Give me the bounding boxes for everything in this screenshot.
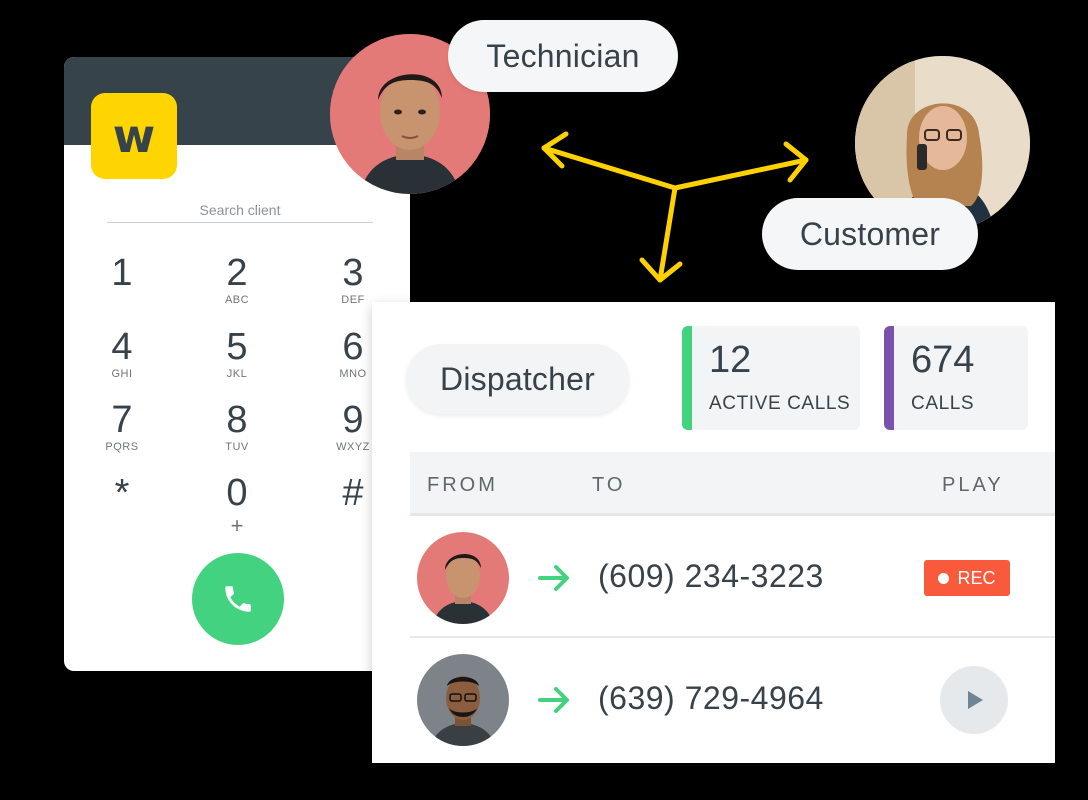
table-row[interactable]: (609) 234-3223 REC <box>410 518 1055 638</box>
calls-table-header: FROM TO PLAY <box>410 452 1055 516</box>
key-1[interactable]: 1 <box>82 253 162 317</box>
key-8[interactable]: 8 TUV <box>197 400 277 464</box>
connection-arrows-icon <box>541 131 809 283</box>
key-digit: 7 <box>111 399 133 441</box>
key-letters: WXYZ <box>336 441 370 453</box>
phone-icon <box>225 586 251 612</box>
dispatcher-label: Dispatcher <box>406 344 629 414</box>
key-digit: # <box>342 472 364 514</box>
key-digit: 4 <box>111 326 133 368</box>
caller-photo <box>417 532 509 624</box>
key-digit: * <box>114 472 130 514</box>
key-digit: 5 <box>226 326 248 368</box>
to-phone-number: (639) 729-4964 <box>598 680 824 716</box>
arrow-right-icon <box>538 565 569 591</box>
call-button[interactable] <box>192 553 284 645</box>
caller-avatar <box>417 654 509 746</box>
calls-accent-bar <box>884 326 894 430</box>
header-from: FROM <box>427 474 498 496</box>
caller-avatar <box>417 532 509 624</box>
key-7[interactable]: 7 PQRS <box>82 400 162 464</box>
key-plus: + <box>230 513 244 538</box>
key-star[interactable]: * <box>82 473 162 537</box>
key-digit: 2 <box>226 252 248 294</box>
key-letters: MNO <box>339 368 367 380</box>
key-5[interactable]: 5 JKL <box>197 327 277 391</box>
key-digit: 6 <box>342 326 364 368</box>
key-letters: JKL <box>226 368 248 380</box>
play-icon <box>968 691 983 709</box>
record-dot-icon <box>938 572 950 584</box>
header-play: PLAY <box>942 474 1004 496</box>
calls-count: 674 <box>911 339 975 381</box>
key-letters: ABC <box>224 294 250 306</box>
rec-label: REC <box>957 567 996 588</box>
caller-photo <box>417 654 509 746</box>
active-calls-count: 12 <box>709 339 752 381</box>
calls-label: CALLS <box>911 393 975 414</box>
key-4[interactable]: 4 GHI <box>82 327 162 391</box>
active-calls-accent-bar <box>682 326 692 430</box>
technician-label: Technician <box>448 20 678 92</box>
calls-card: 674 CALLS <box>884 326 1028 430</box>
table-row[interactable]: (639) 729-4964 <box>410 640 1055 760</box>
key-letters: TUV <box>225 441 249 453</box>
to-phone-number: (609) 234-3223 <box>598 558 824 594</box>
key-letters: GHI <box>111 368 133 380</box>
rec-button[interactable]: REC <box>924 560 1010 596</box>
key-digit: 0 <box>226 472 248 514</box>
arrow-right-icon <box>538 687 569 713</box>
key-digit: 8 <box>226 399 248 441</box>
key-letters: DEF <box>341 294 365 306</box>
key-letters: PQRS <box>105 441 139 453</box>
key-digit: 9 <box>342 399 364 441</box>
header-to: TO <box>592 474 626 496</box>
play-button[interactable] <box>940 666 1008 734</box>
key-2[interactable]: 2 ABC <box>197 253 277 317</box>
active-calls-label: ACTIVE CALLS <box>709 393 851 414</box>
active-calls-card: 12 ACTIVE CALLS <box>682 326 860 430</box>
key-0[interactable]: 0 + <box>197 473 277 537</box>
key-digit: 1 <box>111 252 133 294</box>
key-digit: 3 <box>342 252 364 294</box>
